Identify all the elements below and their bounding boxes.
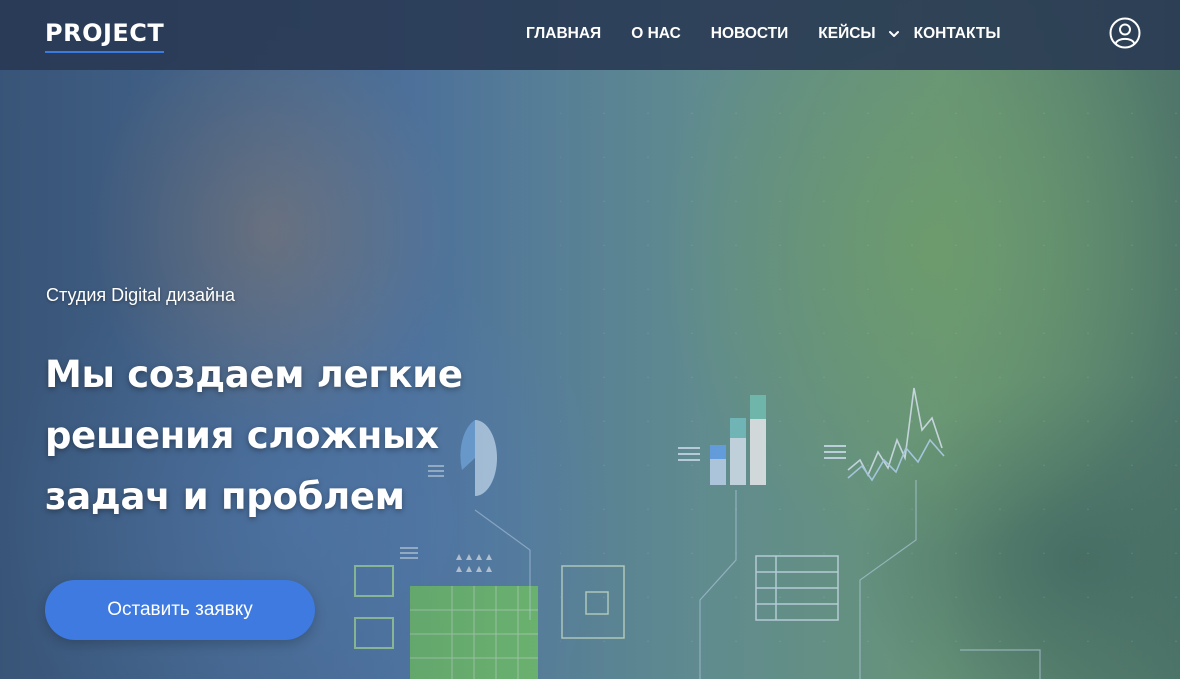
nav-item-cases-label: КЕЙСЫ bbox=[818, 25, 876, 42]
hero-shade-overlay bbox=[0, 0, 1180, 679]
logo[interactable]: PROJECT bbox=[45, 19, 165, 53]
headline-line-1: Мы создаем легкие bbox=[45, 353, 463, 396]
headline-line-3: задач и проблем bbox=[45, 475, 405, 518]
hero-headline: Мы создаем легкие решения сложных задач … bbox=[45, 344, 565, 527]
nav-item-contacts[interactable]: КОНТАКТЫ bbox=[914, 25, 1001, 43]
site-header: PROJECT ГЛАВНАЯ О НАС НОВОСТИ КЕЙСЫ КОНТ… bbox=[0, 0, 1180, 70]
nav-item-cases[interactable]: КЕЙСЫ bbox=[818, 25, 899, 43]
chevron-down-icon[interactable] bbox=[888, 28, 900, 40]
hero-subtitle: Студия Digital дизайна bbox=[46, 285, 235, 305]
user-circle-icon[interactable] bbox=[1109, 17, 1141, 49]
landing-page: PROJECT ГЛАВНАЯ О НАС НОВОСТИ КЕЙСЫ КОНТ… bbox=[0, 0, 1180, 679]
main-nav: ГЛАВНАЯ О НАС НОВОСТИ КЕЙСЫ КОНТАКТЫ bbox=[526, 24, 1001, 44]
nav-item-home[interactable]: ГЛАВНАЯ bbox=[526, 25, 601, 43]
nav-item-about[interactable]: О НАС bbox=[631, 25, 681, 43]
nav-item-news[interactable]: НОВОСТИ bbox=[711, 25, 789, 43]
headline-line-2: решения сложных bbox=[45, 414, 439, 457]
submit-request-button[interactable]: Оставить заявку bbox=[45, 580, 315, 640]
